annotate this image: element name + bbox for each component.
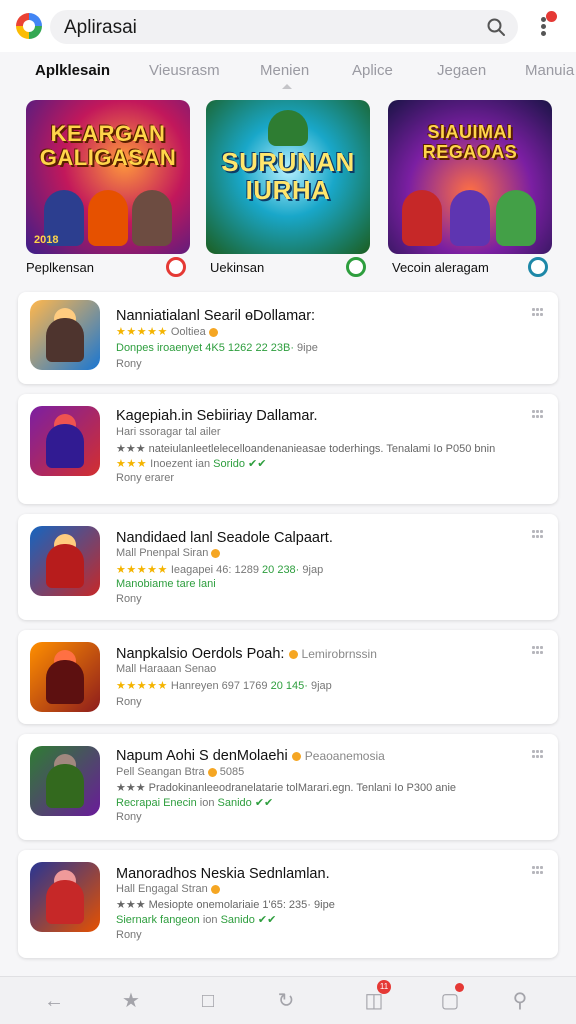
- app-developer: Rony erarer: [116, 472, 175, 484]
- app-meta-line: ★★★ nateiulanleetlelecelloandenanieasae …: [116, 443, 496, 455]
- app-title: Kagepiah.in Sebiiriay Dallamar.: [116, 408, 318, 424]
- list-item[interactable]: Napum Aohi S denMolaehi Peaoanemosia Pel…: [18, 734, 558, 840]
- app-title: Nanniatialanl Searil ɵDollamar:: [116, 308, 316, 324]
- app-title: Napum Aohi S denMolaehi Peaoanemosia: [116, 748, 385, 764]
- app-icon[interactable]: [30, 300, 100, 370]
- featured-badge-icon[interactable]: [528, 257, 548, 277]
- featured-badge-icon[interactable]: [166, 257, 186, 277]
- search-input[interactable]: Aplirasai: [50, 10, 518, 44]
- search-query: Aplirasai: [64, 17, 137, 38]
- app-logo-icon[interactable]: [16, 13, 42, 39]
- app-rating-line: Mall Haraaan Senao: [116, 663, 217, 675]
- app-rating-line: Pell Seangan Btra 5085: [116, 766, 245, 778]
- tab-6[interactable]: Manuia: [525, 62, 574, 79]
- app-status-line: ★★★ Inoezent ian Sorido ✔✔: [116, 458, 267, 470]
- featured-image[interactable]: KEARGAN GALIGASAN 2018: [26, 100, 190, 254]
- app-icon[interactable]: [30, 642, 100, 712]
- app-rating-line: Hari ssoragar tal ailer: [116, 426, 221, 438]
- app-title: Manoradhos Neskia Sednlamlan.: [116, 866, 330, 882]
- tab-2[interactable]: Vieusrasm: [149, 62, 220, 79]
- app-developer: Rony: [116, 811, 142, 823]
- art-corner: 2018: [34, 234, 59, 246]
- app-rating-line: Hall Engagal Stran: [116, 883, 220, 895]
- search-icon[interactable]: [486, 17, 506, 37]
- tab-indicator: [282, 84, 292, 89]
- search-nav-icon[interactable]: ⚲: [506, 987, 534, 1015]
- app-icon[interactable]: [30, 406, 100, 476]
- list-item[interactable]: Nandidaed lanl Seadole Calpaart. Mall Pn…: [18, 514, 558, 620]
- app-title: Nanpkalsio Oerdols Poah: Lemirobrnssin: [116, 646, 377, 662]
- app-rating-line: ★★★★★ Ooltiea: [116, 325, 218, 338]
- refresh-icon[interactable]: ↻: [272, 987, 300, 1015]
- featured-label: Peplkensan: [26, 260, 94, 275]
- app-icon[interactable]: [30, 746, 100, 816]
- app-icon[interactable]: [30, 862, 100, 932]
- message-dot-badge: [455, 983, 464, 992]
- drag-handle-icon[interactable]: [532, 646, 544, 654]
- app-meta-line: ★★★ Mesiopte onemolariaie 1'65: 235· 9ip…: [116, 899, 335, 911]
- tab-apps[interactable]: Aplklesain: [35, 62, 110, 79]
- tabs-count-badge: 11: [377, 980, 391, 994]
- app-developer: Rony: [116, 593, 142, 605]
- app-rating-line: Mall Pnenpal Siran: [116, 547, 221, 559]
- featured-label: Uekinsan: [210, 260, 265, 275]
- featured-image[interactable]: SIAUIMAI REGAOAS: [388, 100, 552, 254]
- drag-handle-icon[interactable]: [532, 866, 544, 874]
- app-meta-line: ★★★★★ Ieagapei 46: 1289 20 238· 9jap: [116, 564, 324, 576]
- app-meta-line: ★★★★★ Hanreyen 697 1769 20 145· 9jap: [116, 680, 332, 692]
- list-item[interactable]: Manoradhos Neskia Sednlamlan. Hall Engag…: [18, 850, 558, 958]
- app-meta-line: ★★★ Pradokinanleeodranelatarie tolMarari…: [116, 782, 457, 794]
- app-meta-line: Donpes iroaenyet 4K5 1262 22 23B· 9ipe: [116, 342, 318, 354]
- bottom-navigation: ← ★ □ ↻ ◫ 11 ▢ ⚲: [0, 976, 576, 1024]
- app-status-line: Recrapai Enecin ion Sanido ✔✔: [116, 797, 274, 809]
- list-item[interactable]: Kagepiah.in Sebiiriay Dallamar. Hari sso…: [18, 394, 558, 504]
- app-status-line: Manobiame tare lani: [116, 578, 216, 590]
- tab-3[interactable]: Menien: [260, 62, 309, 79]
- drag-handle-icon[interactable]: [532, 530, 544, 538]
- drag-handle-icon[interactable]: [532, 750, 544, 758]
- art-title: KEARGAN GALIGASAN: [39, 121, 177, 170]
- featured-image[interactable]: SURUNAN IURHA: [206, 100, 370, 254]
- featured-label: Vecoin aleragam: [392, 260, 489, 275]
- featured-card-1[interactable]: KEARGAN GALIGASAN 2018 Peplkensan: [26, 100, 190, 277]
- app-developer: Rony: [116, 929, 142, 941]
- featured-card-3[interactable]: SIAUIMAI REGAOAS Vecoin aleragam: [388, 100, 552, 277]
- app-title: Nandidaed lanl Seadole Calpaart.: [116, 530, 333, 546]
- star-icon[interactable]: ★: [117, 987, 145, 1015]
- tab-5[interactable]: Jegaen: [437, 62, 486, 79]
- drag-handle-icon[interactable]: [532, 308, 544, 316]
- art-title: SIAUIMAI REGAOAS: [422, 122, 518, 162]
- list-item[interactable]: Nanniatialanl Searil ɵDollamar: ★★★★★ Oo…: [18, 292, 558, 384]
- app-status-line: Siernark fangeon ion Sanido ✔✔: [116, 914, 277, 926]
- drag-handle-icon[interactable]: [532, 410, 544, 418]
- featured-badge-icon[interactable]: [346, 257, 366, 277]
- square-icon[interactable]: □: [194, 987, 222, 1015]
- back-arrow-icon[interactable]: ←: [40, 987, 68, 1015]
- list-item[interactable]: Nanpkalsio Oerdols Poah: Lemirobrnssin M…: [18, 630, 558, 724]
- tab-4[interactable]: Aplice: [352, 62, 393, 79]
- app-developer: Rony: [116, 696, 142, 708]
- notification-badge: [546, 11, 557, 22]
- app-icon[interactable]: [30, 526, 100, 596]
- app-developer: Rony: [116, 358, 142, 370]
- top-bar: Aplirasai: [0, 0, 576, 52]
- art-title: SURUNAN IURHA: [221, 147, 355, 205]
- category-tabs: Aplklesain Vieusrasm Menien Aplice Jegae…: [0, 54, 576, 90]
- featured-card-2[interactable]: SURUNAN IURHA Uekinsan: [206, 100, 370, 277]
